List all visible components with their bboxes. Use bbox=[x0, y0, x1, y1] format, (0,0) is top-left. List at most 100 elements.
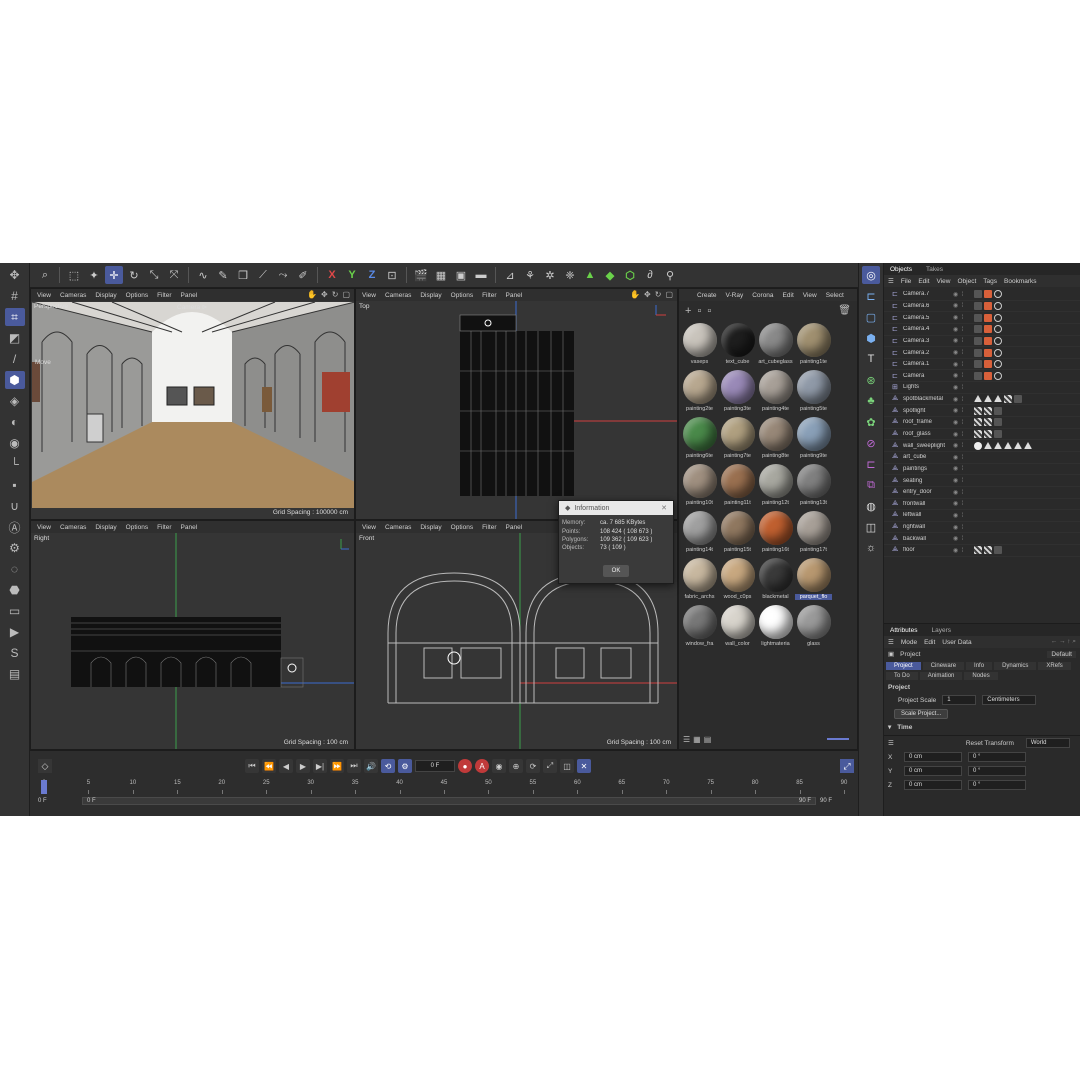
camera-tag-icon[interactable] bbox=[984, 290, 992, 299]
selection-filter-icon[interactable]: ✦ bbox=[85, 266, 103, 284]
menu-panel[interactable]: Panel bbox=[181, 292, 198, 299]
environment-icon[interactable]: ◍ bbox=[862, 497, 880, 515]
material-swatch[interactable]: painting9te bbox=[795, 417, 832, 462]
object-row[interactable]: ⊏ Camera.2 ◉ ⁞ bbox=[884, 347, 1080, 359]
tab-takes[interactable]: Takes bbox=[926, 266, 943, 273]
sphere-icon[interactable]: ◎ bbox=[862, 266, 880, 284]
menu-tags[interactable]: Tags bbox=[983, 278, 997, 285]
menu-mode[interactable]: Mode bbox=[901, 639, 917, 646]
triangle-tag-icon[interactable] bbox=[1024, 441, 1032, 449]
next-key-icon[interactable]: ⏩ bbox=[330, 759, 344, 773]
visibility-dots[interactable]: ◉ ⁞ bbox=[953, 547, 971, 554]
material-swatch[interactable]: vaseps bbox=[681, 323, 718, 368]
object-row[interactable]: ⟁ art_cube ◉ ⁞ bbox=[884, 452, 1080, 464]
edges-mode-icon[interactable]: └ bbox=[5, 455, 25, 473]
triangle-tag-icon[interactable] bbox=[1014, 441, 1022, 449]
render-picture-icon[interactable]: ▦ bbox=[432, 266, 450, 284]
magnet-icon[interactable]: ∪ bbox=[5, 497, 25, 515]
triangle-tag-icon[interactable] bbox=[984, 395, 992, 403]
texture-tag-icon[interactable] bbox=[984, 406, 992, 415]
visibility-dots[interactable]: ◉ ⁞ bbox=[953, 535, 971, 542]
layer-browser-icon[interactable]: ▤ bbox=[5, 665, 25, 683]
material-swatch[interactable]: glass bbox=[795, 605, 832, 650]
tab-layers[interactable]: Layers bbox=[931, 627, 951, 634]
material-swatch[interactable]: parquet_flo bbox=[795, 558, 832, 603]
visibility-dots[interactable]: ◉ ⁞ bbox=[953, 500, 971, 507]
start-frame-field[interactable]: 0 F bbox=[38, 798, 78, 804]
texture-tag-icon[interactable] bbox=[974, 406, 982, 415]
end-frame-field[interactable]: 90 F bbox=[820, 798, 850, 804]
key-scale-icon[interactable]: ⤢ bbox=[543, 759, 557, 773]
orbit-icon[interactable]: ↻ bbox=[655, 290, 662, 299]
range-slider[interactable]: 0 F 90 F bbox=[82, 797, 816, 805]
project-scale-input[interactable]: 1 bbox=[942, 695, 977, 705]
menu-filter[interactable]: Filter bbox=[157, 292, 171, 299]
subtab-todo[interactable]: To Do bbox=[886, 672, 918, 680]
scale-project-button[interactable]: Scale Project... bbox=[894, 709, 949, 719]
menu-options[interactable]: Options bbox=[126, 292, 148, 299]
render-queue-icon[interactable]: ▬ bbox=[472, 266, 490, 284]
menu-filter[interactable]: Filter bbox=[482, 292, 496, 299]
camera-tag-icon[interactable] bbox=[984, 336, 992, 345]
menu-file[interactable]: File bbox=[901, 278, 911, 285]
maximize-icon[interactable]: ▢ bbox=[342, 290, 350, 299]
visibility-dots[interactable]: ◉ ⁞ bbox=[953, 524, 971, 531]
material-swatch[interactable]: painting8te bbox=[757, 417, 794, 462]
menu-panel[interactable]: Panel bbox=[181, 524, 198, 531]
subtab-project[interactable]: Project bbox=[886, 662, 921, 670]
object-row[interactable]: ⊏ Camera.3 ◉ ⁞ bbox=[884, 336, 1080, 348]
model-mode-icon[interactable]: ⬢ bbox=[4, 371, 25, 389]
sketch-icon[interactable]: ⊿ bbox=[501, 266, 519, 284]
project-scale-unit-dropdown[interactable]: Centimeters bbox=[982, 695, 1037, 705]
material-swatch[interactable]: painting1te bbox=[795, 323, 832, 368]
camera-object-icon[interactable]: ⊏ bbox=[862, 287, 880, 305]
material-swatch[interactable]: painting4te bbox=[757, 370, 794, 415]
material-swatch[interactable]: painting6te bbox=[681, 417, 718, 462]
object-row[interactable]: ⟁ wall_sweeplight ◉ ⁞ bbox=[884, 440, 1080, 452]
material-tag-icon[interactable] bbox=[1014, 395, 1022, 404]
material-swatch[interactable]: painting17t bbox=[795, 511, 832, 556]
menu-cameras[interactable]: Cameras bbox=[385, 292, 411, 299]
dots-tag-icon[interactable] bbox=[974, 360, 982, 369]
material-swatch[interactable]: painting10t bbox=[681, 464, 718, 509]
material-swatch[interactable]: painting15t bbox=[719, 511, 756, 556]
visibility-dots[interactable]: ◉ ⁞ bbox=[953, 384, 971, 391]
next-frame-icon[interactable]: ▶| bbox=[313, 759, 327, 773]
material-preset-icon[interactable]: ▫ bbox=[697, 305, 701, 317]
current-frame-field[interactable]: 0 F bbox=[415, 760, 455, 772]
snap-settings-icon[interactable]: S bbox=[5, 644, 25, 662]
hair-icon[interactable]: ✲ bbox=[541, 266, 559, 284]
menu-edit[interactable]: Edit bbox=[924, 639, 935, 646]
dolly-icon[interactable]: ✥ bbox=[321, 290, 328, 299]
material-swatch[interactable]: wall_color bbox=[719, 605, 756, 650]
square-icon[interactable]: ▢ bbox=[862, 308, 880, 326]
object-row[interactable]: ⟁ spotlight ◉ ⁞ bbox=[884, 405, 1080, 418]
hamburger-icon[interactable]: ☰ bbox=[888, 277, 894, 285]
material-swatch[interactable]: painting5te bbox=[795, 370, 832, 415]
spline-icon[interactable]: ∿ bbox=[194, 266, 212, 284]
timeline-expand-icon[interactable]: ⤢ bbox=[840, 759, 854, 773]
object-row[interactable]: ⟁ floor ◉ ⁞ bbox=[884, 545, 1080, 557]
texture-tag-icon[interactable] bbox=[984, 430, 992, 438]
menu-filter[interactable]: Filter bbox=[157, 524, 171, 531]
snap-icon[interactable]: ⌗ bbox=[4, 308, 25, 326]
polygons-mode-icon[interactable]: ▪ bbox=[5, 476, 25, 494]
light-icon[interactable]: ☼ bbox=[862, 539, 880, 557]
menu-cameras[interactable]: Cameras bbox=[385, 524, 411, 531]
menu-user-data[interactable]: User Data bbox=[942, 639, 971, 646]
visibility-dots[interactable]: ◉ ⁞ bbox=[953, 512, 971, 519]
default-dropdown[interactable]: Default bbox=[1047, 650, 1076, 658]
visibility-dots[interactable]: ◉ ⁞ bbox=[953, 326, 971, 333]
visibility-dots[interactable]: ◉ ⁞ bbox=[953, 454, 971, 461]
triangle-tag-icon[interactable] bbox=[994, 395, 1002, 403]
visibility-dots[interactable]: ◉ ⁞ bbox=[953, 314, 971, 321]
text-icon[interactable]: T bbox=[862, 350, 880, 368]
visibility-dots[interactable]: ◉ ⁞ bbox=[953, 419, 971, 426]
camera-tag-icon[interactable] bbox=[984, 360, 992, 369]
world-dropdown[interactable]: World bbox=[1025, 738, 1070, 748]
material-swatch[interactable]: blackmetal bbox=[757, 558, 794, 603]
menu-panel[interactable]: Panel bbox=[506, 292, 523, 299]
object-row[interactable]: ⊏ Camera.1 ◉ ⁞ bbox=[884, 359, 1080, 371]
add-material-icon[interactable]: + bbox=[685, 305, 691, 317]
disabled-tag-icon[interactable] bbox=[994, 348, 1002, 357]
